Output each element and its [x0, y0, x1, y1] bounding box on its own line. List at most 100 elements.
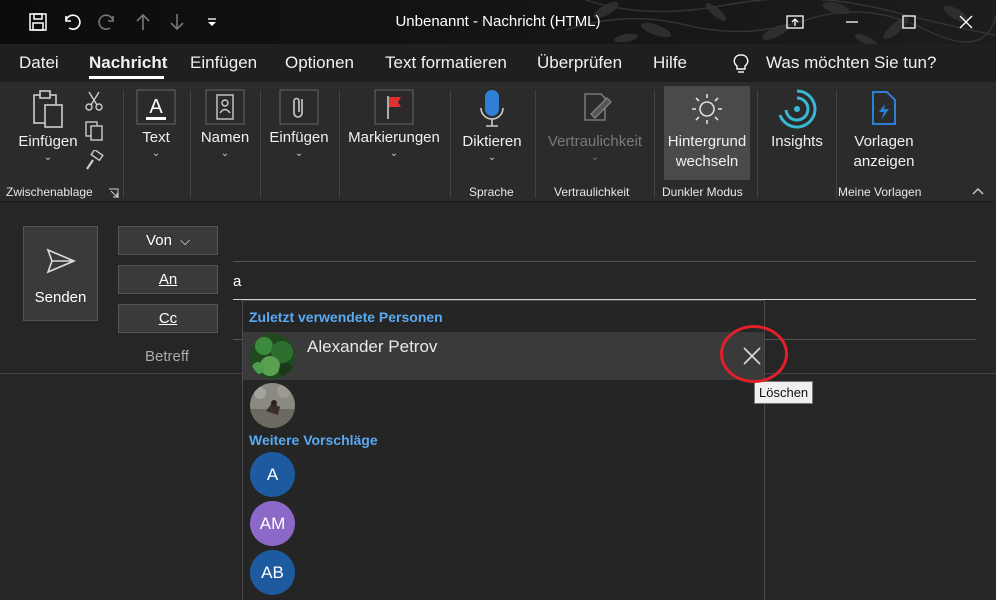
flag-icon [347, 86, 441, 128]
from-field-line [233, 261, 976, 262]
ribbon-separator [450, 90, 451, 198]
names-button[interactable]: Namen ⌄ [198, 86, 252, 160]
maximize-icon[interactable] [889, 8, 929, 36]
tags-label: Markierungen [348, 129, 440, 146]
subject-label: Betreff [145, 348, 189, 365]
templates-icon [844, 86, 924, 132]
switch-background-label-1: Hintergrund [667, 133, 747, 150]
insights-label: Insights [771, 133, 823, 150]
ribbon-separator [190, 90, 191, 198]
cc-button[interactable]: Cc [118, 304, 218, 333]
view-templates-label-2: anzeigen [853, 153, 915, 170]
collapse-ribbon-icon[interactable] [970, 184, 986, 198]
send-button[interactable]: Senden [23, 226, 98, 321]
active-tab-indicator [89, 76, 164, 79]
ribbon-separator [260, 90, 261, 198]
ribbon-separator [535, 90, 536, 198]
paperclip-icon [267, 86, 331, 128]
view-templates-button[interactable]: Vorlagen anzeigen [844, 86, 924, 172]
attach-button[interactable]: Einfügen ⌄ [267, 86, 331, 160]
send-label: Senden [34, 289, 87, 306]
sensitivity-tag-icon [545, 86, 645, 132]
chevron-down-icon: ⌄ [294, 148, 304, 159]
to-button[interactable]: An [118, 265, 218, 294]
dictate-label: Diktieren [462, 133, 522, 150]
avatar-initials: A [266, 464, 279, 484]
avatar-initials: AM [259, 513, 286, 533]
cc-label: Cc [158, 310, 178, 327]
ribbon-separator [339, 90, 340, 198]
menu-datei[interactable]: Datei [19, 53, 59, 73]
ribbon-separator [836, 90, 837, 198]
address-book-icon [198, 86, 252, 128]
paste-button[interactable]: Einfügen ⌄ [15, 86, 81, 164]
group-darkmode: Dunkler Modus [662, 185, 743, 199]
avatar [250, 334, 295, 379]
suggestion-name: Alexander Petrov [307, 337, 438, 356]
microphone-icon [459, 86, 525, 132]
suggestion-item[interactable] [243, 381, 764, 429]
lightbulb-icon[interactable] [731, 53, 751, 75]
font-color-icon: A [131, 86, 181, 128]
chevron-down-icon: ⌄ [151, 148, 161, 159]
recipient-suggestions-dropdown: Zuletzt verwendete Personen Alexander Pe… [242, 300, 765, 600]
suggestion-item[interactable]: A [243, 452, 764, 500]
tell-me-search[interactable]: Was möchten Sie tun? [766, 53, 936, 73]
switch-background-label-2: wechseln [675, 153, 739, 170]
to-label: An [158, 271, 178, 288]
sensitivity-label: Vertraulichkeit [547, 133, 643, 150]
ribbon-display-options-icon[interactable] [775, 8, 815, 36]
group-sensitivity: Vertraulichkeit [554, 185, 630, 199]
dictate-button[interactable]: Diktieren ⌄ [459, 86, 525, 164]
group-voice: Sprache [469, 185, 514, 199]
text-label: Text [142, 129, 170, 146]
avatar: AM [250, 501, 295, 546]
ribbon-separator [757, 90, 758, 198]
clipboard-icon [15, 86, 81, 132]
text-button[interactable]: A Text ⌄ [131, 86, 181, 160]
sun-icon [664, 86, 750, 132]
ribbon: Einfügen ⌄ Zwischenablage A Text ⌄ Namen… [0, 82, 996, 202]
minimize-icon[interactable] [832, 8, 872, 36]
group-templates: Meine Vorlagen [838, 185, 922, 199]
paste-label: Einfügen [18, 133, 78, 150]
delete-tooltip: Löschen [754, 381, 814, 404]
send-icon [45, 247, 77, 275]
recent-people-header: Zuletzt verwendete Personen [249, 309, 443, 325]
insights-button[interactable]: Insights [765, 86, 829, 152]
insights-icon [765, 86, 829, 132]
chevron-down-icon: ⌄ [487, 152, 497, 163]
avatar: AB [250, 550, 295, 595]
view-templates-label-1: Vorlagen [854, 133, 914, 150]
more-suggestions-header: Weitere Vorschläge [249, 432, 378, 448]
menu-nachricht[interactable]: Nachricht [89, 53, 167, 73]
title-bar: Unbenannt - Nachricht (HTML) [0, 0, 996, 44]
group-clipboard: Zwischenablage [6, 185, 93, 199]
menu-ueberpruefen[interactable]: Überprüfen [537, 53, 622, 73]
chevron-down-icon: ⌄ [220, 148, 230, 159]
suggestion-item[interactable]: Alexander Petrov [243, 332, 764, 380]
chevron-down-icon: ⌄ [43, 152, 53, 163]
chevron-down-icon: ⌄ [590, 152, 600, 163]
format-painter-icon[interactable] [84, 148, 104, 172]
ribbon-separator [123, 90, 124, 198]
menu-optionen[interactable]: Optionen [285, 53, 354, 73]
copy-icon[interactable] [84, 120, 104, 142]
from-button[interactable]: Von ⌵ [118, 226, 218, 255]
to-input[interactable]: a [233, 273, 241, 290]
suggestion-item[interactable]: AB [243, 550, 764, 598]
avatar-initials: AB [261, 562, 284, 582]
menu-text-formatieren[interactable]: Text formatieren [385, 53, 507, 73]
suggestion-item[interactable]: AM [243, 501, 764, 549]
dialog-launcher-icon[interactable] [108, 186, 119, 198]
tags-button[interactable]: Markierungen ⌄ [347, 86, 441, 160]
menu-hilfe[interactable]: Hilfe [653, 53, 687, 73]
menu-einfuegen[interactable]: Einfügen [190, 53, 257, 73]
avatar [250, 383, 295, 428]
switch-background-button[interactable]: Hintergrund wechseln [664, 86, 750, 172]
ribbon-separator [654, 90, 655, 198]
from-label: Von [146, 232, 172, 249]
chevron-down-icon: ⌵ [180, 233, 190, 248]
close-icon[interactable] [946, 8, 986, 36]
cut-icon[interactable] [84, 90, 104, 112]
